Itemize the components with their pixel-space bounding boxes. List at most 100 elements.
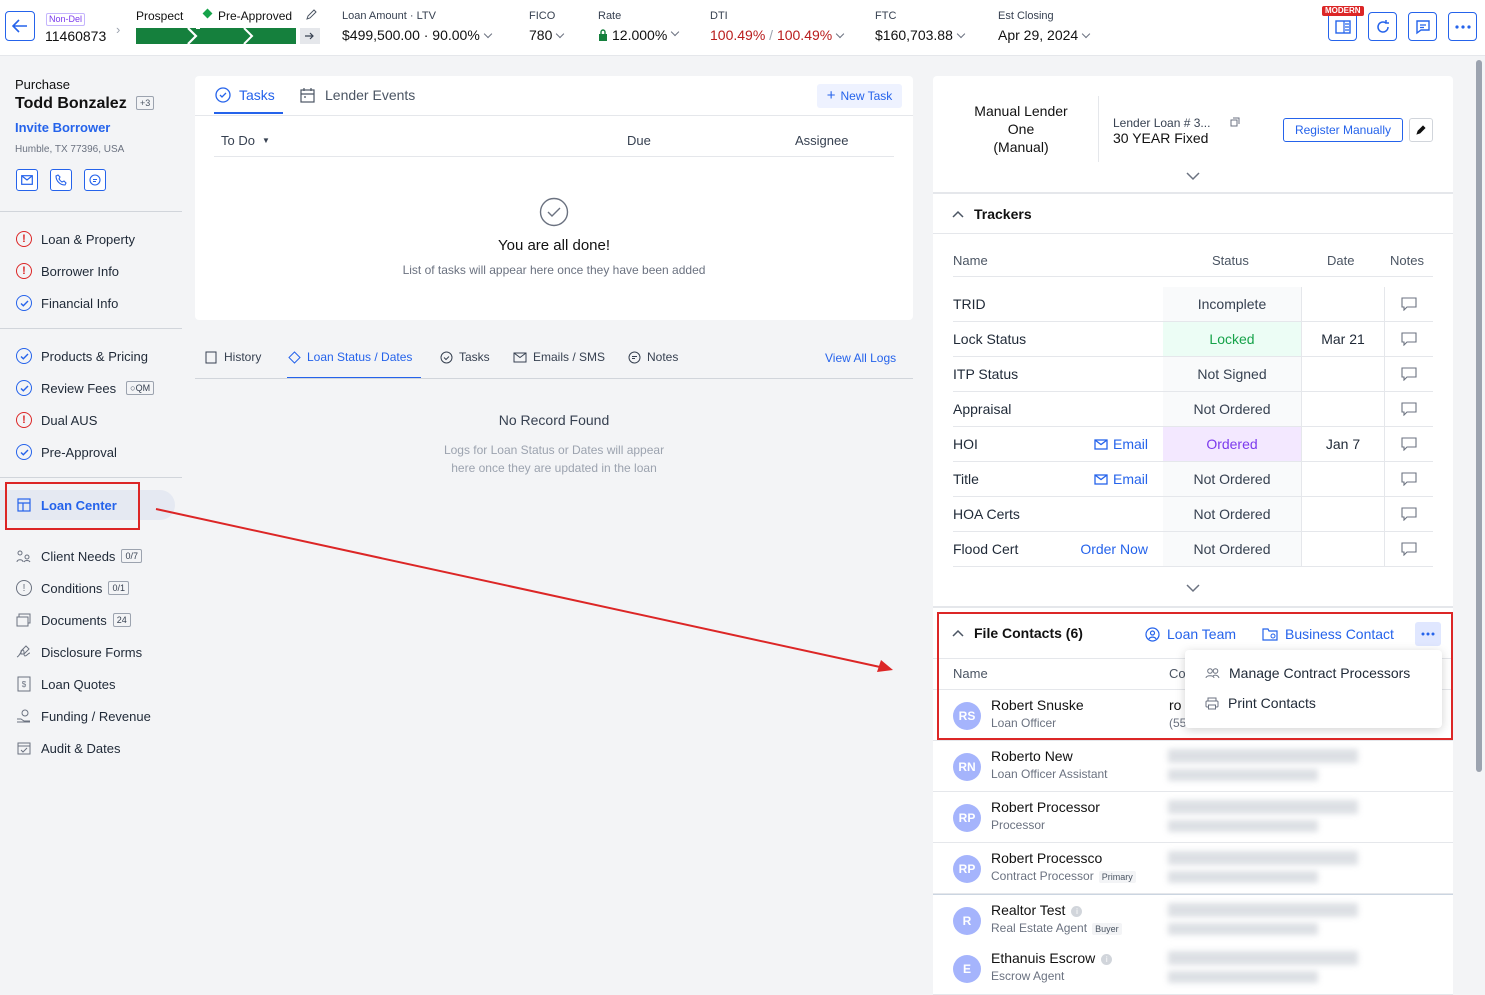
sidebar-item-client-needs[interactable]: Client Needs 0/7 <box>15 546 142 566</box>
check-circle-icon <box>16 380 32 396</box>
loan-number[interactable]: 11460873 <box>45 28 106 44</box>
copy-icon[interactable] <box>1230 117 1240 127</box>
notes-button[interactable] <box>1384 357 1433 391</box>
tracker-status[interactable]: Not Ordered <box>1163 462 1301 496</box>
loan-amount-value[interactable]: $499,500.00 · 90.00% <box>342 27 493 43</box>
sidebar-item-loan-property[interactable]: ! Loan & Property <box>15 229 135 249</box>
chevron-down-icon[interactable] <box>1186 172 1200 181</box>
sidebar-item-financial-info[interactable]: Financial Info <box>15 293 118 313</box>
tab-lender-events[interactable]: Lender Events <box>300 87 415 103</box>
tab-history[interactable]: History <box>205 350 261 364</box>
ftc-value[interactable]: $160,703.88 <box>875 27 966 43</box>
sidebar-item-dual-aus[interactable]: ! Dual AUS <box>15 410 97 430</box>
notes-button[interactable] <box>1384 322 1433 356</box>
tracker-status[interactable]: Ordered <box>1163 427 1301 461</box>
contact-row[interactable]: R Realtor Test i Real Estate Agent Buyer <box>933 894 1453 945</box>
sidebar-item-review-fees[interactable]: Review Fees ○QM <box>15 378 155 398</box>
arrow-left-icon <box>12 19 27 33</box>
col-due: Due <box>627 133 651 148</box>
tab-notes[interactable]: Notes <box>628 350 678 364</box>
sidebar-item-disclosure-forms[interactable]: Disclosure Forms <box>15 642 142 662</box>
fico-value[interactable]: 780 <box>529 27 565 43</box>
tracker-date <box>1301 392 1384 426</box>
refresh-button[interactable] <box>1368 12 1397 41</box>
call-borrower-button[interactable] <box>50 169 72 191</box>
todo-filter-dropdown[interactable]: To Do ▼ <box>221 133 270 148</box>
layout-toggle-button[interactable] <box>1328 12 1357 41</box>
contact-badge: Primary <box>1098 871 1136 883</box>
dti-value[interactable]: 100.49% / 100.49% <box>710 27 845 43</box>
new-task-button[interactable]: + New Task <box>817 84 902 108</box>
notes-button[interactable] <box>1384 462 1433 496</box>
redacted-contact-info <box>1168 800 1358 814</box>
tracker-status[interactable]: Not Signed <box>1163 357 1301 391</box>
mail-icon <box>21 175 33 185</box>
note-icon <box>1401 507 1417 521</box>
more-button[interactable] <box>1448 12 1477 41</box>
invite-borrower-link[interactable]: Invite Borrower <box>15 120 110 135</box>
chevron-down-icon[interactable] <box>1186 584 1200 593</box>
view-all-logs-link[interactable]: View All Logs <box>825 351 896 365</box>
sidebar-item-pre-approval[interactable]: Pre-Approval <box>15 442 117 462</box>
tracker-action-link[interactable]: Order Now <box>1080 541 1148 557</box>
sidebar-item-products-pricing[interactable]: Products & Pricing <box>15 346 148 366</box>
email-borrower-button[interactable] <box>16 169 38 191</box>
tracker-row: Flood Cert Order Now Not Ordered <box>953 532 1433 567</box>
edit-lender-button[interactable] <box>1409 118 1433 142</box>
rate-value[interactable]: 12.000% <box>598 27 680 43</box>
divider <box>933 233 1453 234</box>
notes-button[interactable] <box>1384 392 1433 426</box>
register-manually-button[interactable]: Register Manually <box>1283 118 1403 142</box>
redacted-contact-info <box>1168 903 1358 917</box>
notes-button[interactable] <box>1384 497 1433 531</box>
co-borrower-count[interactable]: +3 <box>136 96 155 110</box>
tab-emails-sms[interactable]: Emails / SMS <box>513 350 605 364</box>
contact-role: Escrow Agent <box>991 969 1065 983</box>
tracker-status[interactable]: Locked <box>1163 322 1301 356</box>
sidebar-item-documents[interactable]: Documents 24 <box>15 610 131 630</box>
divider <box>953 276 1433 277</box>
back-button[interactable] <box>5 11 35 41</box>
est-closing-value[interactable]: Apr 29, 2024 <box>998 27 1091 43</box>
info-icon[interactable]: i <box>1101 953 1113 965</box>
stage-to: Pre-Approved <box>218 9 293 23</box>
borrower-address: Humble, TX 77396, USA <box>15 144 125 155</box>
info-icon[interactable]: i <box>1071 905 1083 917</box>
check-circle-icon <box>16 348 32 364</box>
tracker-action-link[interactable]: Email <box>1094 436 1148 452</box>
tab-log-tasks[interactable]: Tasks <box>440 350 490 364</box>
divider <box>195 115 913 116</box>
contact-row[interactable]: RP Robert Processco Contract Processor Prim… <box>933 843 1453 894</box>
mail-icon <box>1094 438 1108 450</box>
tracker-status[interactable]: Not Ordered <box>1163 392 1301 426</box>
notes-button[interactable] <box>1384 427 1433 461</box>
tab-tasks[interactable]: Tasks <box>215 87 275 103</box>
tracker-status[interactable]: Not Ordered <box>1163 497 1301 531</box>
sidebar-item-loan-quotes[interactable]: $ Loan Quotes <box>15 674 115 694</box>
contact-row[interactable]: RP Robert Processor Processor <box>933 792 1453 843</box>
col-name: Name <box>953 253 988 268</box>
tracker-status[interactable]: Incomplete <box>1163 287 1301 321</box>
sidebar-item-audit-dates[interactable]: Audit & Dates <box>15 738 121 758</box>
col-status: Status <box>1212 253 1249 268</box>
message-borrower-button[interactable] <box>84 169 106 191</box>
contact-row[interactable]: RN Roberto New Loan Officer Assistant <box>933 741 1453 792</box>
notes-button[interactable] <box>1384 287 1433 321</box>
scrollbar-thumb[interactable] <box>1476 60 1482 772</box>
sidebar-item-funding-revenue[interactable]: Funding / Revenue <box>15 706 151 726</box>
tracker-action-link[interactable]: Email <box>1094 471 1148 487</box>
sidebar-item-conditions[interactable]: ! Conditions 0/1 <box>15 578 129 598</box>
notes-button[interactable] <box>1384 532 1433 566</box>
pencil-icon[interactable] <box>306 9 317 20</box>
qm-badge: ○QM <box>126 381 155 395</box>
messages-button[interactable] <box>1408 12 1437 41</box>
tab-loan-status-dates[interactable]: Loan Status / Dates <box>288 350 412 364</box>
tracker-status[interactable]: Not Ordered <box>1163 532 1301 566</box>
sidebar-item-borrower-info[interactable]: ! Borrower Info <box>15 261 119 281</box>
lender-name[interactable]: Manual Lender One (Manual) <box>950 102 1092 156</box>
tracker-name: TRID <box>953 296 986 312</box>
borrower-name[interactable]: Todd Bonzalez <box>15 95 127 113</box>
contact-row[interactable]: E Ethanuis Escrow i Escrow Agent <box>933 943 1453 995</box>
stage-advance-button[interactable] <box>300 28 320 44</box>
trackers-header[interactable]: Trackers <box>952 206 1032 222</box>
